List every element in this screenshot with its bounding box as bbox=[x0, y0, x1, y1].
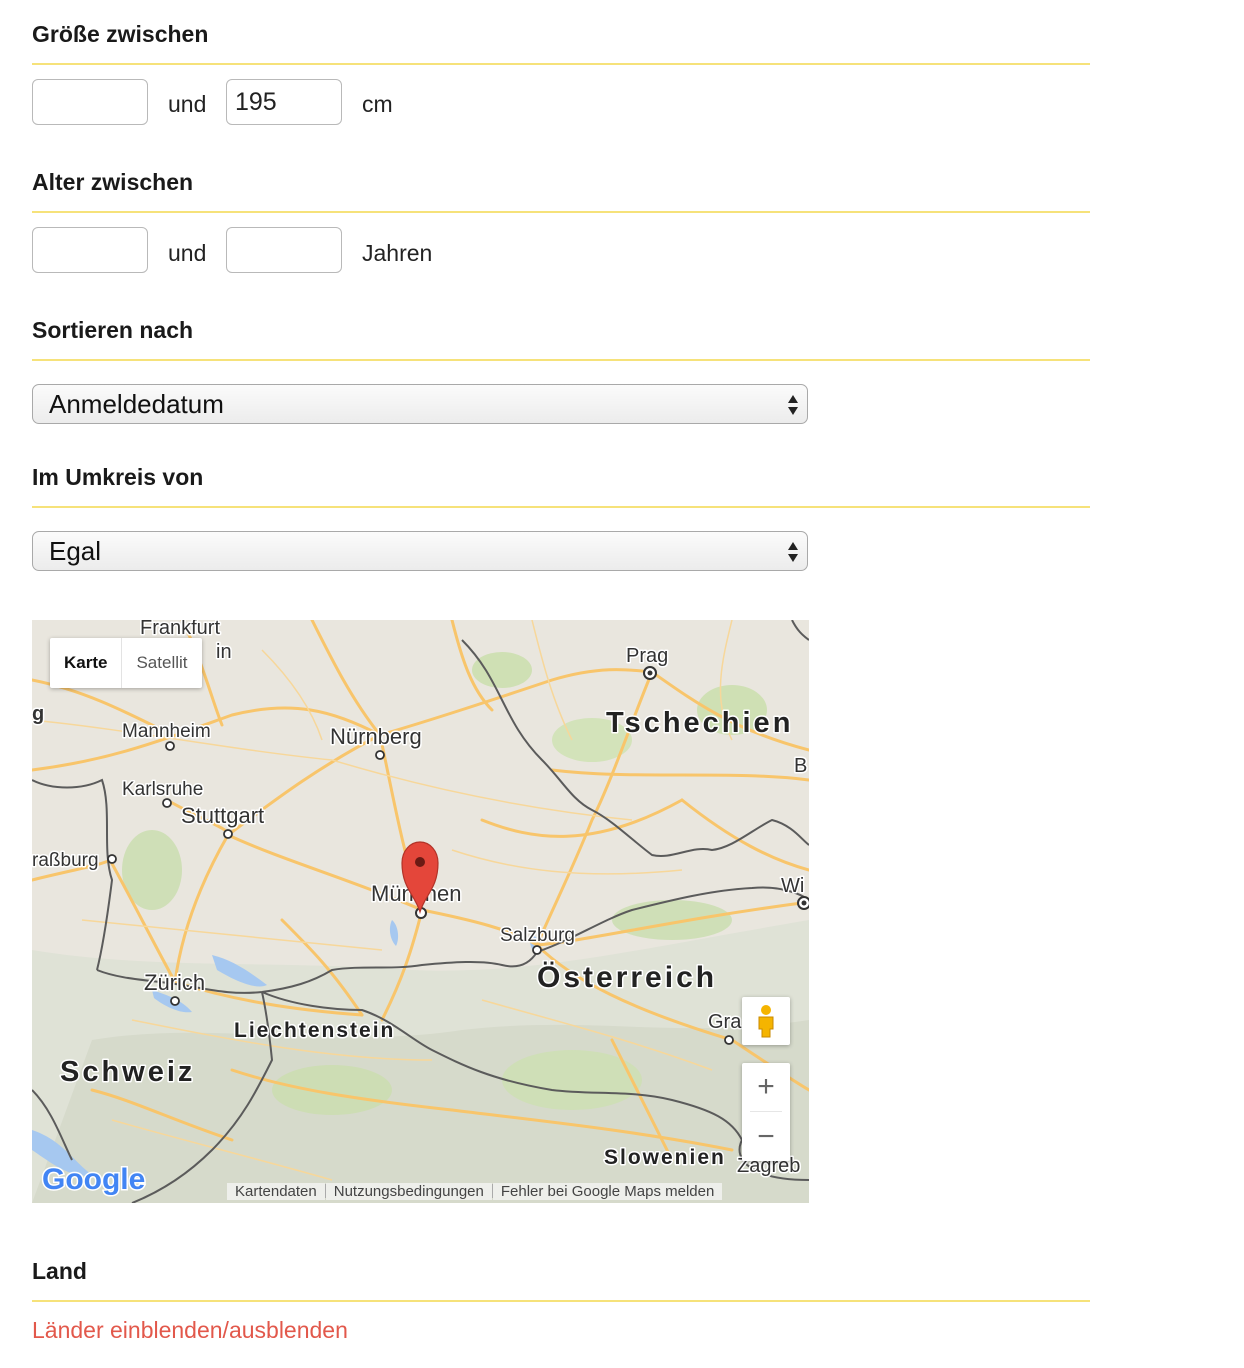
height-unit-label: cm bbox=[362, 91, 393, 117]
map-label-edge-b: B bbox=[794, 755, 807, 777]
map-type-satellite-button[interactable]: Satellit bbox=[121, 638, 201, 688]
sort-selected-value: Anmeldedatum bbox=[49, 389, 224, 419]
map-label-nuernberg: Nürnberg bbox=[330, 724, 422, 749]
radius-section-title: Im Umkreis von bbox=[32, 464, 204, 490]
sort-select[interactable]: Anmeldedatum bbox=[32, 384, 808, 424]
toggle-countries-link[interactable]: Länder einblenden/ausblenden bbox=[32, 1317, 348, 1344]
radius-selected-value: Egal bbox=[49, 536, 102, 566]
zoom-control: + − bbox=[742, 1063, 790, 1161]
map-canvas[interactable]: Frankfurt in g Prag Tschechien B Mannhei… bbox=[32, 620, 809, 1203]
map-report-link[interactable]: Fehler bei Google Maps melden bbox=[492, 1182, 723, 1200]
age-unit-label: Jahren bbox=[362, 240, 433, 266]
map-label-strassburg: raßburg bbox=[32, 850, 99, 871]
height-min-input[interactable] bbox=[32, 79, 148, 125]
radius-select[interactable]: Egal bbox=[32, 531, 808, 571]
age-section-title: Alter zwischen bbox=[32, 169, 194, 195]
zoom-in-button[interactable]: + bbox=[742, 1063, 790, 1111]
height-max-input[interactable] bbox=[226, 79, 342, 125]
map-data-link[interactable]: Kartendaten bbox=[227, 1182, 325, 1200]
map-label-oesterreich: Österreich bbox=[537, 961, 717, 994]
map-type-map-button[interactable]: Karte bbox=[50, 638, 121, 688]
map-label-tschechien: Tschechien bbox=[606, 707, 793, 739]
country-section-title: Land bbox=[32, 1258, 87, 1284]
map-label-mainz-fragment: in bbox=[216, 641, 232, 663]
zoom-divider bbox=[750, 1111, 782, 1112]
age-connector-label: und bbox=[168, 240, 207, 266]
section-divider bbox=[32, 359, 1090, 361]
section-divider bbox=[32, 1300, 1090, 1302]
section-divider bbox=[32, 506, 1090, 508]
age-min-input[interactable] bbox=[32, 227, 148, 273]
zoom-out-button[interactable]: − bbox=[742, 1113, 790, 1161]
section-divider bbox=[32, 63, 1090, 65]
sort-section-title: Sortieren nach bbox=[32, 317, 194, 343]
map-label-frankfurt: Frankfurt bbox=[140, 620, 220, 639]
map-label-graz: Gra bbox=[708, 1011, 742, 1033]
google-logo: Google bbox=[42, 1163, 145, 1196]
pegman-icon bbox=[758, 1005, 774, 1038]
map-terms-link[interactable]: Nutzungsbedingungen bbox=[325, 1182, 492, 1200]
map-footer: Kartendaten Nutzungsbedingungen Fehler b… bbox=[227, 1181, 723, 1201]
select-arrows-icon bbox=[788, 395, 798, 415]
map-label-edge-g: g bbox=[32, 703, 44, 725]
street-view-pegman-button[interactable] bbox=[742, 997, 790, 1045]
height-connector-label: und bbox=[168, 91, 207, 117]
map-label-karlsruhe: Karlsruhe bbox=[122, 779, 203, 800]
map-label-liechtenstein: Liechtenstein bbox=[234, 1019, 395, 1042]
age-max-input[interactable] bbox=[226, 227, 342, 273]
select-arrows-icon bbox=[788, 542, 798, 562]
map-label-zuerich: Zürich bbox=[144, 970, 205, 995]
map-label-stuttgart: Stuttgart bbox=[181, 803, 264, 828]
map-label-wien: Wi bbox=[781, 875, 804, 897]
map-widget[interactable]: Frankfurt in g Prag Tschechien B Mannhei… bbox=[32, 620, 809, 1203]
map-label-salzburg: Salzburg bbox=[500, 925, 575, 946]
map-label-slowenien: Slowenien bbox=[604, 1146, 726, 1169]
map-label-mannheim: Mannheim bbox=[122, 721, 211, 742]
map-label-schweiz: Schweiz bbox=[60, 1056, 195, 1088]
height-section-title: Größe zwischen bbox=[32, 21, 209, 47]
map-label-prag: Prag bbox=[626, 645, 668, 667]
section-divider bbox=[32, 211, 1090, 213]
map-type-control: Karte Satellit bbox=[50, 638, 202, 688]
